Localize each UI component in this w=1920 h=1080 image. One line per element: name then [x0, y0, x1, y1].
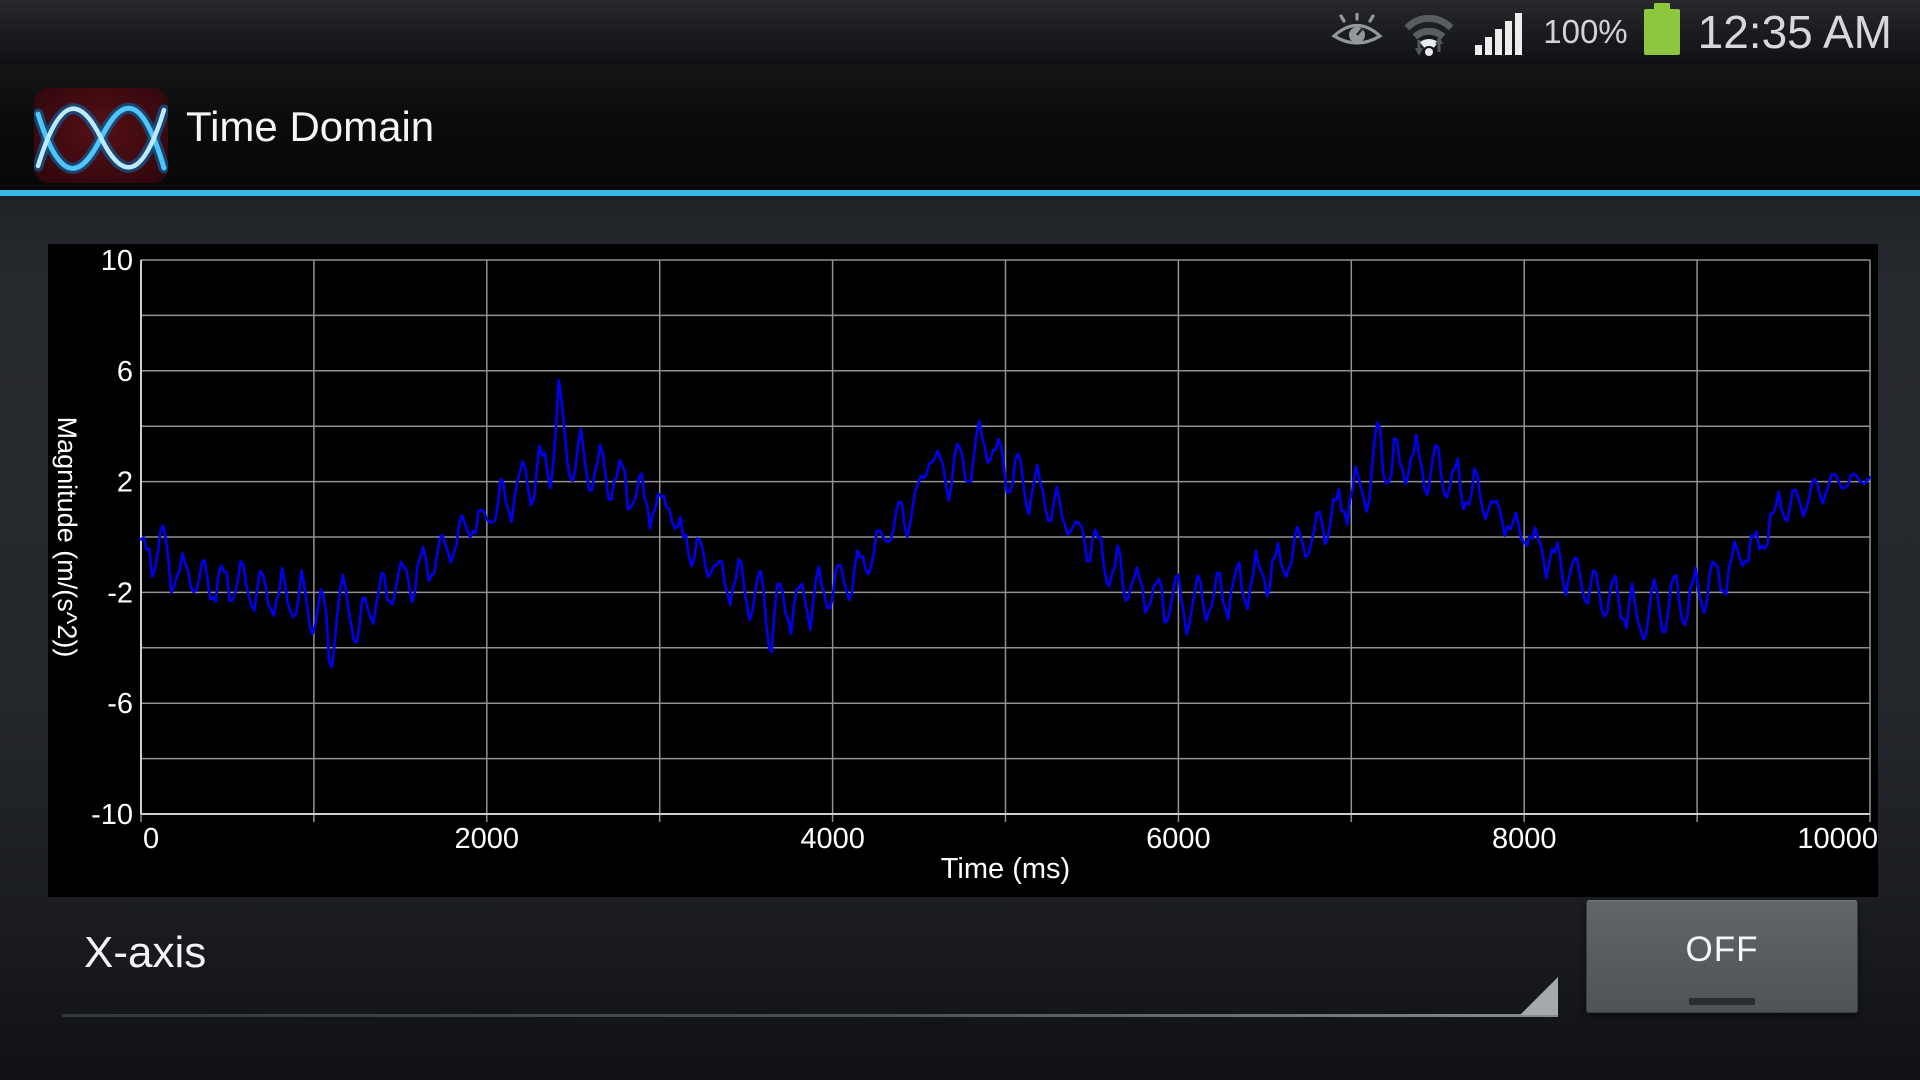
svg-text:Time (ms): Time (ms)	[941, 853, 1070, 885]
x-axis-spinner[interactable]	[50, 916, 1560, 1020]
signal-strength-icon	[1475, 9, 1525, 55]
svg-text:6000: 6000	[1146, 823, 1211, 855]
sine-waves-logo-icon	[34, 88, 168, 183]
status-clock: 12:35 AM	[1698, 5, 1892, 59]
smart-stay-eye-icon	[1331, 13, 1383, 51]
wifi-data-arrows-icon	[1401, 8, 1457, 56]
dropdown-caret-icon	[1520, 977, 1558, 1020]
svg-text:2: 2	[117, 467, 133, 499]
svg-text:0: 0	[143, 823, 159, 855]
battery-icon	[1644, 9, 1680, 55]
spinner-selected-value: X-axis	[84, 928, 206, 978]
page-title: Time Domain	[186, 64, 434, 190]
sensor-toggle-button[interactable]: OFF	[1586, 900, 1858, 1013]
chart-canvas[interactable]: 10 6 2 -2 -6 -10 0 2000 4000 6000 8000 10000 Time (m…	[48, 244, 1878, 897]
svg-text:10: 10	[101, 245, 133, 277]
svg-text:-6: -6	[107, 688, 133, 720]
svg-text:8000: 8000	[1492, 823, 1557, 855]
battery-percent-label: 100%	[1543, 13, 1627, 51]
time-domain-chart[interactable]: 10 6 2 -2 -6 -10 0 2000 4000 6000 8000 10000 Time (m…	[48, 244, 1878, 897]
svg-text:2000: 2000	[455, 823, 520, 855]
svg-text:Magnitude (m/(s^2)): Magnitude (m/(s^2))	[52, 417, 82, 658]
svg-text:4000: 4000	[800, 823, 865, 855]
svg-text:-10: -10	[91, 799, 133, 831]
toggle-label: OFF	[1686, 930, 1759, 970]
toggle-state-indicator	[1689, 998, 1755, 1005]
spinner-underline	[62, 1014, 1558, 1017]
svg-text:6: 6	[117, 356, 133, 388]
svg-text:-2: -2	[107, 577, 133, 609]
svg-text:10000: 10000	[1797, 823, 1878, 855]
status-bar: 100% 12:35 AM	[0, 0, 1920, 64]
